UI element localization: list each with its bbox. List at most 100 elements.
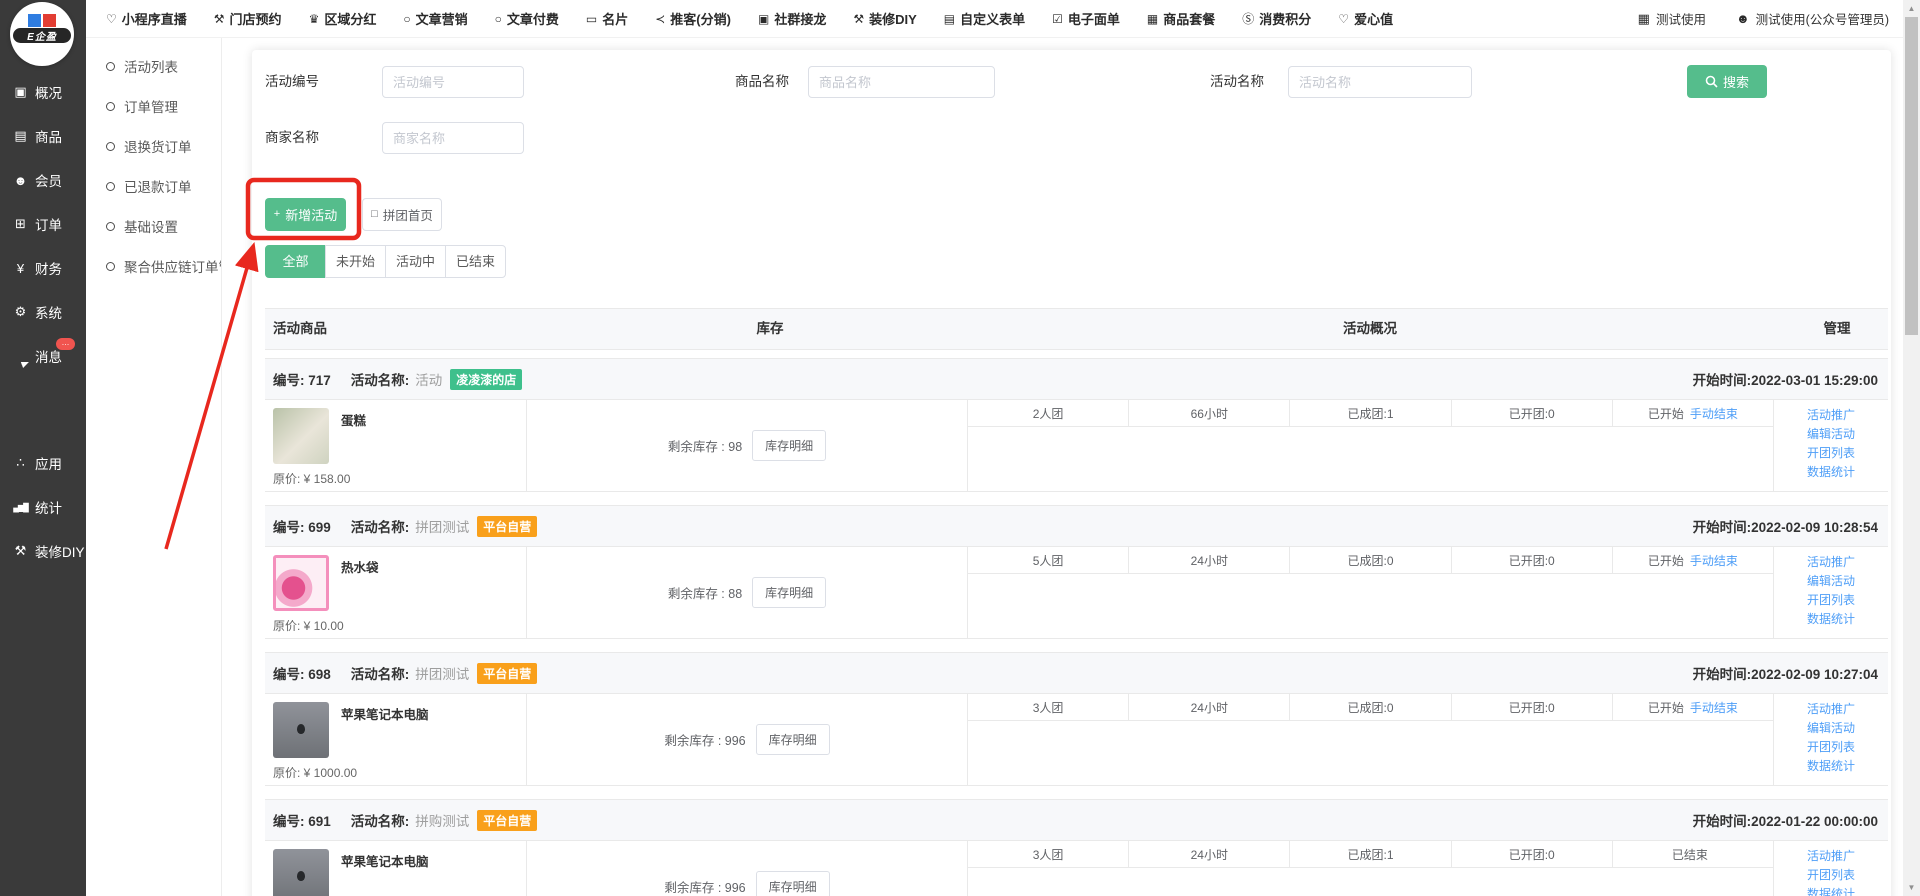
action-link-promote[interactable]: 活动推广: [1807, 554, 1855, 570]
sidebar-item-stats[interactable]: ▄▆█ 统计: [0, 485, 86, 529]
submenu-item-return-orders[interactable]: 退换货订单: [86, 126, 221, 166]
sidebar-item-goods[interactable]: ▤ 商品: [0, 114, 86, 158]
activity-group-header: 编号: 717 活动名称: 活动 凌凌漆的店 开始时间:2022-03-01 1…: [265, 358, 1888, 400]
action-link-edit[interactable]: 编辑活动: [1807, 426, 1855, 442]
overview-cell-duration: 66小时: [1129, 400, 1290, 427]
action-link-open-list[interactable]: 开团列表: [1807, 592, 1855, 608]
submenu: 活动列表 订单管理 退换货订单 已退款订单 基础设置 聚合供应链订单管: [86, 38, 222, 896]
product-price: 原价: ¥ 10.00: [273, 617, 344, 634]
scrollbar-thumb[interactable]: [1905, 17, 1918, 335]
stock-cell: 剩余库存 : 88 库存明细: [527, 547, 968, 638]
add-activity-button[interactable]: + 新增活动: [265, 198, 346, 231]
action-link-stats[interactable]: 数据统计: [1807, 886, 1855, 896]
nav-item-product-package[interactable]: ▦ 商品套餐: [1147, 9, 1215, 28]
submenu-item-refunded-orders[interactable]: 已退款订单: [86, 166, 221, 206]
nav-item-group-chain[interactable]: ▣ 社群接龙: [758, 9, 826, 28]
nav-label: 社群接龙: [774, 9, 826, 28]
activity-id-input[interactable]: [382, 66, 524, 98]
stock-detail-button[interactable]: 库存明细: [752, 430, 826, 461]
nav-label: 文章付费: [507, 9, 559, 28]
wrench-icon: ⚒: [214, 12, 225, 26]
sidebar-item-messages[interactable]: 消息 …: [0, 334, 86, 378]
page: E企盈 ▣ 概况 ▤ 商品 ☻ 会员 ⊞ 订单 ¥ 财务: [0, 0, 1920, 896]
action-link-edit[interactable]: 编辑活动: [1807, 573, 1855, 589]
activity-group-row: 苹果笔记本电脑 原价: ¥ 1000.00 剩余库存 : 996 库存明细 3人…: [265, 841, 1888, 896]
nav-item-business-card[interactable]: ▭ 名片: [586, 9, 628, 28]
submenu-item-supply-chain-orders[interactable]: 聚合供应链订单管: [86, 246, 221, 286]
nav-item-region-bonus[interactable]: ♛ 区域分红: [309, 9, 377, 28]
manual-end-link[interactable]: 手动结束: [1690, 699, 1738, 716]
action-link-open-list[interactable]: 开团列表: [1807, 739, 1855, 755]
col-header-product: 活动商品: [273, 309, 327, 349]
action-link-stats[interactable]: 数据统计: [1807, 758, 1855, 774]
nav-item-article-pay[interactable]: ○ 文章付费: [495, 9, 559, 28]
radio-icon: [106, 182, 115, 191]
chat-icon: [13, 349, 28, 364]
nav-item-custom-form[interactable]: ▤ 自定义表单: [944, 9, 1025, 28]
action-link-open-list[interactable]: 开团列表: [1807, 445, 1855, 461]
nav-item-article-marketing[interactable]: ○ 文章营销: [403, 9, 467, 28]
user-menu[interactable]: ☻ 测试使用(公众号管理员): [1736, 9, 1889, 28]
stock-detail-button[interactable]: 库存明细: [756, 871, 830, 896]
nav-item-distribution[interactable]: ≺ 推客(分销): [655, 9, 731, 28]
sidebar-item-apps[interactable]: ∴ 应用: [0, 441, 86, 485]
overview-cell-status: 已结束: [1613, 841, 1773, 868]
stock-text: 剩余库存 : 88: [668, 583, 742, 602]
sidebar-item-members[interactable]: ☻ 会员: [0, 158, 86, 202]
scrollbar-down-arrow[interactable]: ▼: [1903, 883, 1920, 892]
action-link-promote[interactable]: 活动推广: [1807, 848, 1855, 864]
tab-all[interactable]: 全部: [265, 245, 326, 278]
overview-cell-status: 已开始 手动结束: [1613, 547, 1773, 574]
workspace-menu[interactable]: ▦ 测试使用: [1638, 9, 1706, 28]
main-sidebar: E企盈 ▣ 概况 ▤ 商品 ☻ 会员 ⊞ 订单 ¥ 财务: [0, 0, 86, 896]
tab-ended[interactable]: 已结束: [445, 245, 506, 278]
submenu-item-basic-settings[interactable]: 基础设置: [86, 206, 221, 246]
submenu-item-activity-list[interactable]: 活动列表: [86, 46, 221, 86]
sidebar-item-finance[interactable]: ¥ 财务: [0, 246, 86, 290]
action-link-open-list[interactable]: 开团列表: [1807, 867, 1855, 883]
stock-detail-button[interactable]: 库存明细: [756, 724, 830, 755]
activity-name-input[interactable]: [1288, 66, 1472, 98]
action-link-stats[interactable]: 数据统计: [1807, 611, 1855, 627]
manual-end-link[interactable]: 手动结束: [1690, 405, 1738, 422]
nav-item-e-waybill[interactable]: ☑ 电子面单: [1052, 9, 1120, 28]
group-home-button[interactable]: □ 拼团首页: [362, 198, 442, 231]
nav-item-decorate-diy[interactable]: ⚒ 装修DIY: [853, 9, 916, 28]
overview-cell-opened: 已开团:0: [1452, 547, 1613, 574]
overview-cell-completed: 已成团:1: [1290, 841, 1451, 868]
product-name-input[interactable]: [808, 66, 995, 98]
nav-label: 消费积分: [1259, 9, 1311, 28]
group-home-label: 拼团首页: [383, 205, 433, 224]
sidebar-item-overview[interactable]: ▣ 概况: [0, 70, 86, 114]
sidebar-spacer: [0, 378, 86, 441]
circle-icon: ○: [403, 12, 410, 26]
nav-item-store-booking[interactable]: ⚒ 门店预约: [214, 9, 282, 28]
nav-item-love-value[interactable]: ♡ 爱心值: [1338, 9, 1393, 28]
overview-cell-duration: 24小时: [1129, 694, 1290, 721]
tab-active[interactable]: 活动中: [385, 245, 446, 278]
share-icon: ≺: [655, 12, 665, 26]
top-navbar: ♡ 小程序直播 ⚒ 门店预约 ♛ 区域分红 ○ 文章营销 ○ 文章付费 ▭ 名片: [86, 0, 1903, 38]
nav-item-points[interactable]: Ⓢ 消费积分: [1242, 9, 1311, 28]
page-icon: □: [371, 209, 378, 220]
action-link-promote[interactable]: 活动推广: [1807, 407, 1855, 423]
action-link-promote[interactable]: 活动推广: [1807, 701, 1855, 717]
user-label: 测试使用(公众号管理员): [1756, 9, 1889, 28]
action-link-stats[interactable]: 数据统计: [1807, 464, 1855, 480]
merchant-name-input[interactable]: [382, 122, 524, 154]
action-link-edit[interactable]: 编辑活动: [1807, 720, 1855, 736]
nav-label: 商品套餐: [1163, 9, 1215, 28]
sidebar-item-orders[interactable]: ⊞ 订单: [0, 202, 86, 246]
scrollbar-up-arrow[interactable]: ▲: [1903, 4, 1920, 13]
app-logo[interactable]: E企盈: [10, 2, 74, 66]
search-button[interactable]: 搜索: [1687, 65, 1767, 98]
nav-item-miniprogram-live[interactable]: ♡ 小程序直播: [106, 9, 187, 28]
sidebar-item-system[interactable]: ⚙ 系统: [0, 290, 86, 334]
submenu-item-order-manage[interactable]: 订单管理: [86, 86, 221, 126]
tab-not-started[interactable]: 未开始: [325, 245, 386, 278]
stock-detail-button[interactable]: 库存明细: [752, 577, 826, 608]
activity-group-header: 编号: 698 活动名称: 拼团测试 平台自营 开始时间:2022-02-09 …: [265, 652, 1888, 694]
manual-end-link[interactable]: 手动结束: [1690, 552, 1738, 569]
sidebar-item-diy[interactable]: ⚒ 装修DIY: [0, 529, 86, 573]
submenu-label: 退换货订单: [124, 136, 192, 156]
